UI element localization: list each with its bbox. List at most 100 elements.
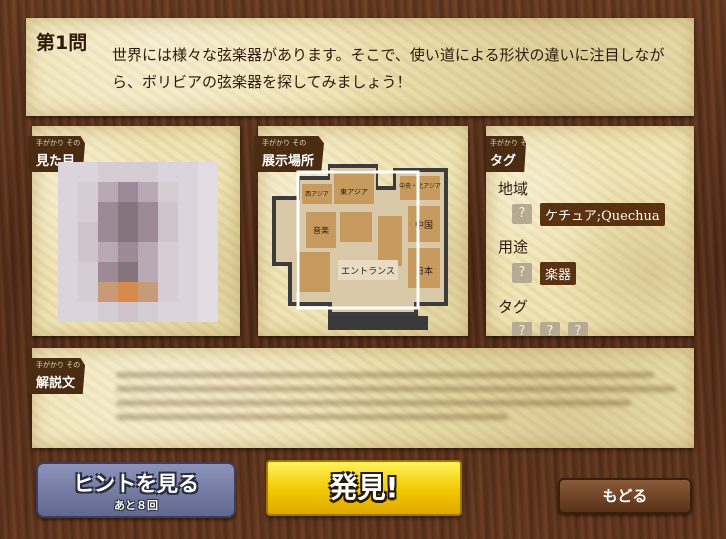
mosaic-cell bbox=[178, 302, 198, 322]
tag-heading: タグ bbox=[498, 298, 529, 316]
mosaic-cell bbox=[98, 162, 118, 182]
mosaic-cell bbox=[158, 282, 178, 302]
mosaic-cell bbox=[58, 202, 78, 222]
mosaic-cell bbox=[178, 182, 198, 202]
map-room-oceania bbox=[296, 252, 330, 292]
mosaic-cell bbox=[58, 222, 78, 242]
mosaic-cell bbox=[178, 262, 198, 282]
map-room-language bbox=[340, 212, 372, 242]
mosaic-cell bbox=[158, 162, 178, 182]
show-hint-button[interactable]: ヒントを見る あと８回 bbox=[36, 462, 236, 518]
mosaic-cell bbox=[98, 242, 118, 262]
mosaic-cell bbox=[78, 202, 98, 222]
mosaic-cell bbox=[158, 302, 178, 322]
mosaic-cell bbox=[138, 262, 158, 282]
mosaic-cell bbox=[98, 202, 118, 222]
mosaic-cell bbox=[98, 262, 118, 282]
use-value-chip: 楽器 bbox=[540, 262, 577, 285]
region-hidden-chip: ? bbox=[512, 204, 532, 224]
map-room-east-asia bbox=[334, 170, 374, 204]
mosaic-cell bbox=[198, 202, 218, 222]
mosaic-cell bbox=[178, 242, 198, 262]
mosaic-cell bbox=[98, 282, 118, 302]
mosaic-cell bbox=[58, 182, 78, 202]
question-number: 第1問 bbox=[36, 32, 88, 54]
mosaic-cell bbox=[118, 242, 138, 262]
mosaic-cell bbox=[198, 222, 218, 242]
mosaic-cell bbox=[78, 242, 98, 262]
mosaic-cell bbox=[138, 202, 158, 222]
mosaic-cell bbox=[118, 162, 138, 182]
map-text-east-asia: 東アジア bbox=[340, 187, 368, 196]
blurred-explanation-text bbox=[116, 364, 676, 440]
mosaic-cell bbox=[138, 242, 158, 262]
mosaic-cell bbox=[158, 242, 178, 262]
tag-hidden-chip-2: ? bbox=[540, 322, 560, 336]
mosaic-cell bbox=[198, 182, 218, 202]
mosaic-cell bbox=[158, 202, 178, 222]
mosaic-cell bbox=[138, 302, 158, 322]
explanation-clue-panel: 手がかり その 解説文 bbox=[28, 348, 694, 448]
mosaic-cell bbox=[118, 262, 138, 282]
mosaic-cell bbox=[198, 242, 218, 262]
back-button[interactable]: もどる bbox=[558, 478, 692, 514]
pixelated-instrument-image bbox=[58, 162, 218, 322]
hints-remaining: あと８回 bbox=[114, 499, 158, 512]
mosaic-cell bbox=[158, 262, 178, 282]
mosaic-cell bbox=[78, 282, 98, 302]
mosaic-cell bbox=[198, 262, 218, 282]
mosaic-cell bbox=[98, 222, 118, 242]
mosaic-cell bbox=[98, 182, 118, 202]
mosaic-cell bbox=[98, 302, 118, 322]
mosaic-cell bbox=[78, 162, 98, 182]
explanation-label: 手がかり その 解説文 bbox=[28, 358, 86, 394]
mosaic-cell bbox=[58, 262, 78, 282]
mosaic-cell bbox=[78, 262, 98, 282]
map-text-entrance: エントランス bbox=[341, 266, 395, 277]
mosaic-cell bbox=[118, 182, 138, 202]
appearance-clue-panel: 手がかり その 見た目 bbox=[28, 126, 240, 336]
mosaic-cell bbox=[178, 282, 198, 302]
map-text-music: 音楽 bbox=[313, 225, 329, 235]
mosaic-cell bbox=[58, 162, 78, 182]
tags-clue-panel: 手がかり その タグ 地域 ? ケチュア;Quechua 用途 ? 楽器 タグ … bbox=[486, 126, 694, 336]
mosaic-cell bbox=[118, 202, 138, 222]
mosaic-cell bbox=[118, 302, 138, 322]
mosaic-cell bbox=[78, 222, 98, 242]
region-heading: 地域 bbox=[498, 180, 529, 198]
mosaic-cell bbox=[198, 162, 218, 182]
question-panel: 第1問 世界には様々な弦楽器があります。そこで、使い道による形状の違いに注目しな… bbox=[26, 18, 694, 116]
mosaic-cell bbox=[178, 202, 198, 222]
mosaic-cell bbox=[118, 282, 138, 302]
found-button[interactable]: 発見! bbox=[266, 460, 462, 516]
mosaic-cell bbox=[138, 282, 158, 302]
region-value-chip: ケチュア;Quechua bbox=[540, 203, 665, 226]
mosaic-cell bbox=[158, 182, 178, 202]
location-clue-panel: 手がかり その 展示場所 エントランス 日本 中国 音楽 東アジア 西アジア 中… bbox=[254, 126, 468, 336]
mosaic-cell bbox=[138, 162, 158, 182]
mosaic-cell bbox=[78, 302, 98, 322]
map-room-korea bbox=[378, 216, 402, 266]
mosaic-cell bbox=[58, 242, 78, 262]
tag-hidden-chip-3: ? bbox=[568, 322, 588, 336]
map-shadow bbox=[328, 316, 428, 330]
tags-label: 手がかり その タグ bbox=[486, 136, 527, 172]
question-text: 世界には様々な弦楽器があります。そこで、使い道による形状の違いに注目しながら、ボ… bbox=[112, 46, 665, 91]
mosaic-cell bbox=[198, 302, 218, 322]
mosaic-cell bbox=[138, 222, 158, 242]
mosaic-cell bbox=[178, 162, 198, 182]
mosaic-cell bbox=[178, 222, 198, 242]
map-text-west-asia: 西アジア bbox=[305, 191, 329, 198]
clue-small-label: 手がかり その bbox=[36, 139, 81, 147]
mosaic-cell bbox=[158, 222, 178, 242]
mosaic-cell bbox=[138, 182, 158, 202]
mosaic-cell bbox=[78, 182, 98, 202]
use-hidden-chip: ? bbox=[512, 263, 532, 283]
tag-hidden-chip-1: ? bbox=[512, 322, 532, 336]
use-heading: 用途 bbox=[498, 238, 529, 256]
museum-floor-map: エントランス 日本 中国 音楽 東アジア 西アジア 中央・北アジア bbox=[272, 164, 448, 330]
mosaic-cell bbox=[118, 222, 138, 242]
mosaic-cell bbox=[58, 282, 78, 302]
map-text-central-asia: 中央・北アジア bbox=[399, 182, 441, 190]
mosaic-cell bbox=[198, 282, 218, 302]
